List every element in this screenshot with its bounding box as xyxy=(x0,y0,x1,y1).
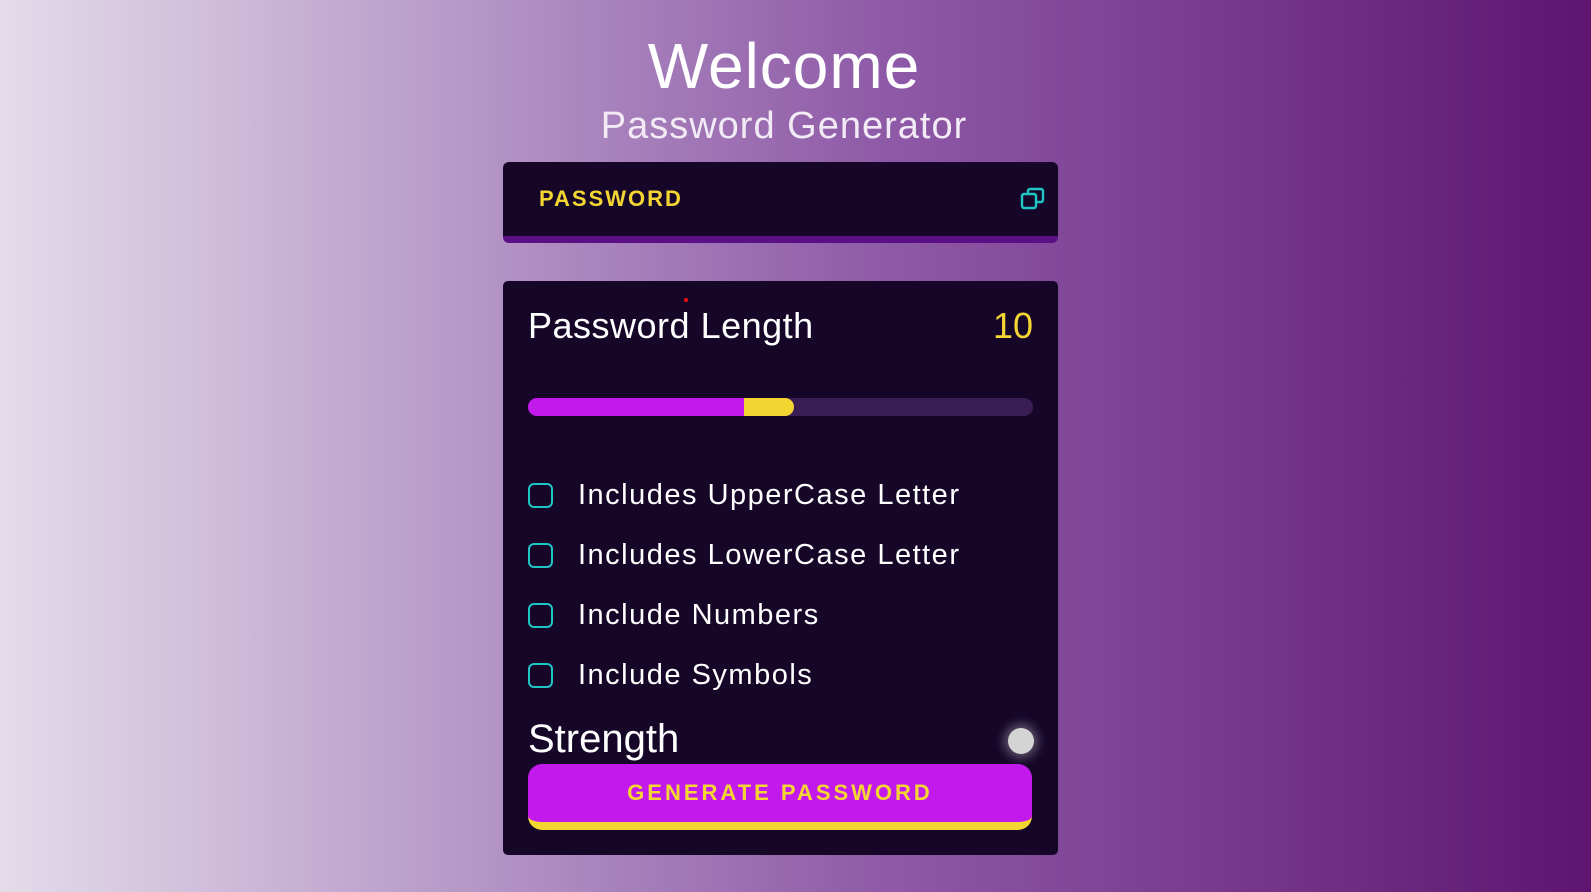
option-lowercase[interactable]: Includes LowerCase Letter xyxy=(528,538,961,571)
password-display[interactable]: PASSWORD xyxy=(503,162,1058,243)
page-subtitle: Password Generator xyxy=(600,105,968,147)
copy-icon xyxy=(1020,187,1045,210)
uppercase-checkbox[interactable] xyxy=(528,482,553,508)
page-title: Welcome xyxy=(647,30,921,102)
generate-password-button[interactable]: GENERATE PASSWORD xyxy=(528,764,1032,830)
length-slider[interactable] xyxy=(528,398,1033,416)
slider-fill xyxy=(528,398,744,416)
lowercase-checkbox[interactable] xyxy=(528,542,553,568)
uppercase-label: Includes UpperCase Letter xyxy=(578,478,961,511)
red-dot xyxy=(684,298,688,302)
copy-button[interactable] xyxy=(1018,184,1048,214)
generate-button-label: GENERATE PASSWORD xyxy=(627,780,933,805)
numbers-label: Include Numbers xyxy=(578,598,820,631)
option-uppercase[interactable]: Includes UpperCase Letter xyxy=(528,478,961,511)
length-value: 10 xyxy=(992,305,1033,346)
symbols-label: Include Symbols xyxy=(578,658,814,691)
strength-indicator xyxy=(1008,728,1034,754)
slider-thumb[interactable] xyxy=(744,398,794,416)
password-display-text[interactable]: PASSWORD xyxy=(539,186,683,212)
lowercase-label: Includes LowerCase Letter xyxy=(578,538,961,571)
strength-label: Strength xyxy=(528,717,680,761)
length-label: Password Length xyxy=(528,305,814,346)
option-numbers[interactable]: Include Numbers xyxy=(528,598,820,631)
option-symbols[interactable]: Include Symbols xyxy=(528,658,814,691)
numbers-checkbox[interactable] xyxy=(528,602,553,628)
generator-panel: Password Length 10 Includes UpperCase Le… xyxy=(503,281,1058,855)
symbols-checkbox[interactable] xyxy=(528,662,553,688)
